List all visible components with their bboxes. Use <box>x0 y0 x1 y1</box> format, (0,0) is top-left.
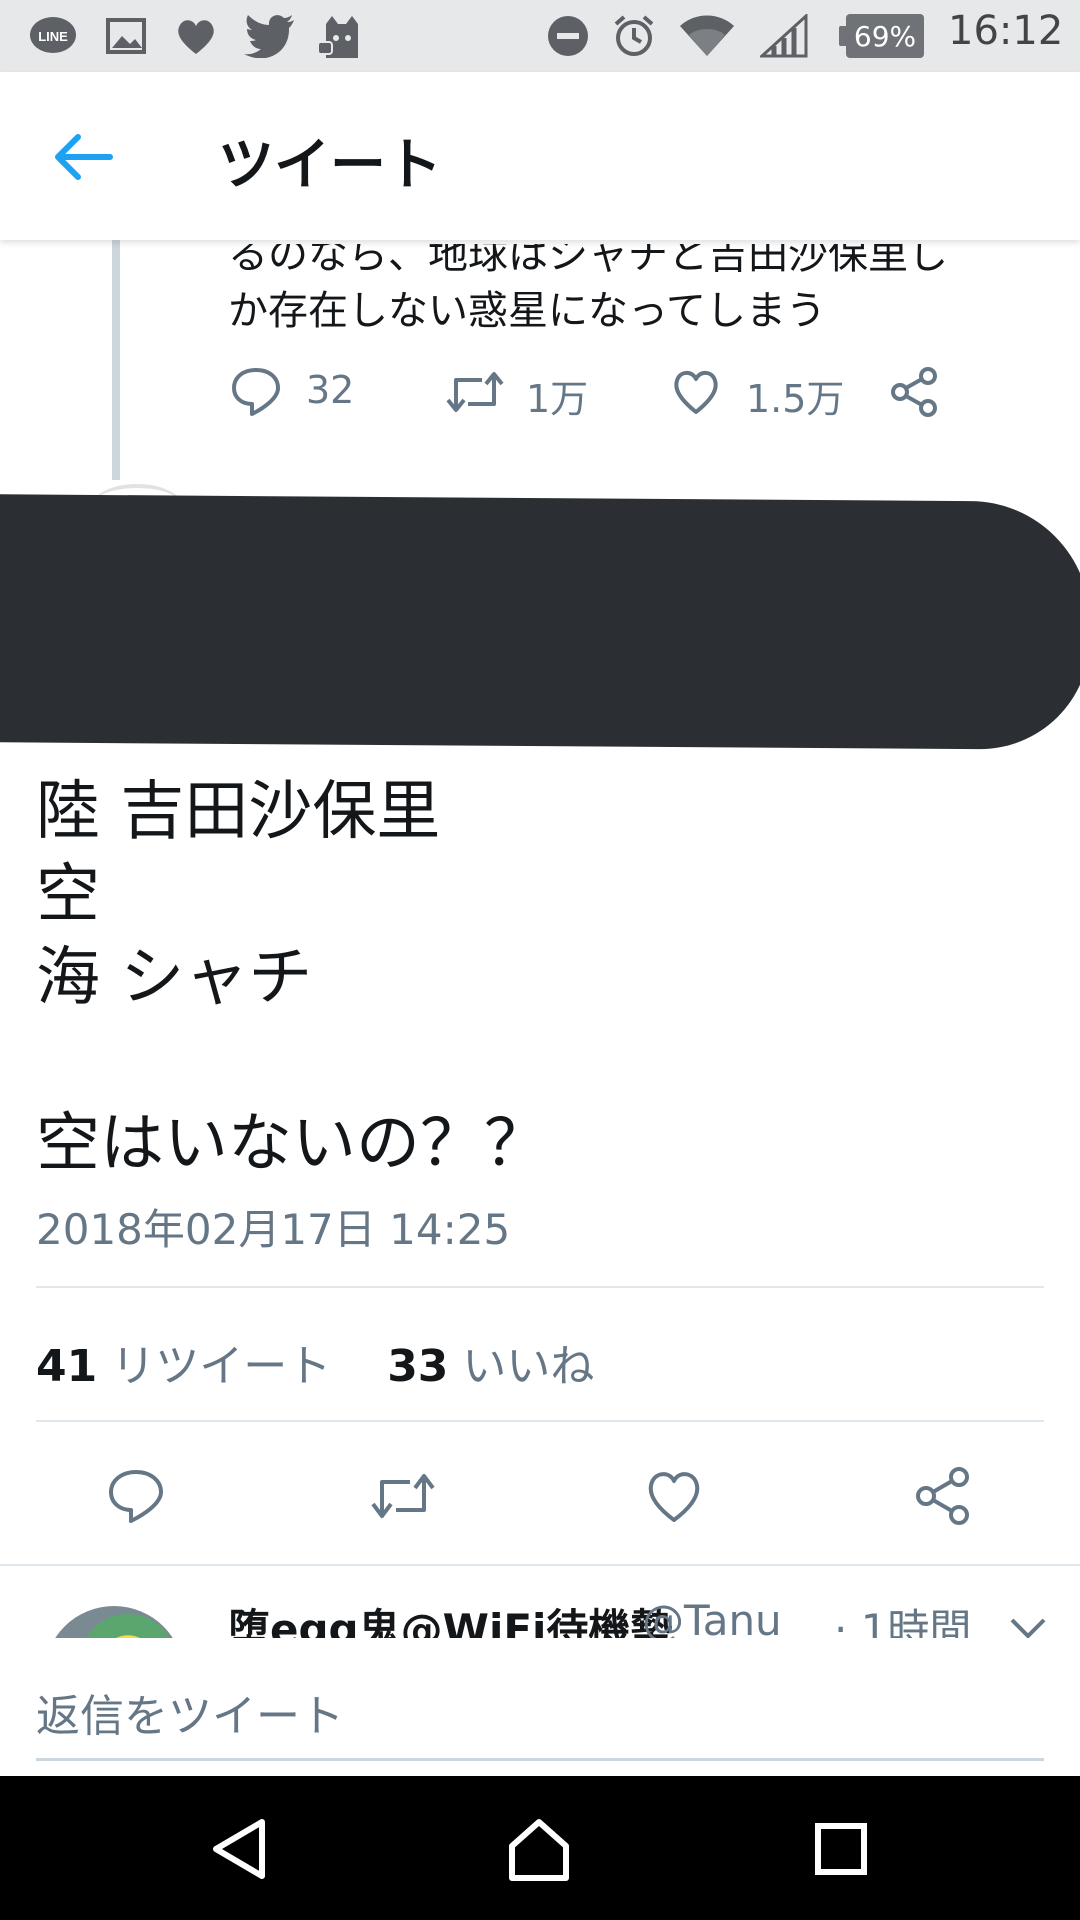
signal-icon <box>760 14 808 58</box>
share-icon[interactable] <box>914 1466 972 1526</box>
recents-icon[interactable] <box>806 1814 876 1884</box>
like-heart-icon[interactable] <box>644 1466 704 1526</box>
twitter-icon <box>244 15 294 58</box>
do-not-disturb-icon <box>548 16 588 56</box>
reply-tweet[interactable]: 堕egg鬼@WiFi待機勢 @Tanu · 1時間 <box>0 1566 1080 1638</box>
svg-text:LINE: LINE <box>38 29 68 44</box>
status-bar: LINE 69% 16:12 <box>0 0 1080 72</box>
alarm-icon <box>614 15 654 56</box>
chevron-down-icon[interactable] <box>1008 1614 1048 1638</box>
reply-author-handle: @Tanu <box>642 1596 782 1638</box>
reply-author-name: 堕egg鬼@WiFi待機勢 <box>228 1605 673 1638</box>
like-label[interactable]: いいね <box>462 1341 594 1392</box>
redaction-overlay <box>0 494 1080 750</box>
tweet-text-line: 空はいないの？？ <box>36 1107 548 1181</box>
share-icon[interactable] <box>890 366 940 418</box>
top-app-bar: ツイート <box>0 72 1080 240</box>
reply-icon[interactable] <box>230 366 282 418</box>
tweet-timestamp: 2018年02月17日 14:25 <box>36 1205 511 1254</box>
previous-tweet-text-line: か存在しない惑星になってしまう <box>228 288 826 334</box>
input-underline <box>36 1758 1044 1761</box>
tweet-text-line: 空 <box>36 858 100 932</box>
line-icon: LINE <box>30 17 76 53</box>
reply-composer: 返信をツイート <box>0 1638 1080 1776</box>
reply-input[interactable]: 返信をツイート <box>36 1680 344 1744</box>
tweet-text-line: 陸 吉田沙保里 <box>36 775 441 849</box>
divider <box>36 1286 1044 1288</box>
home-icon[interactable] <box>504 1814 574 1884</box>
previous-tweet-retweet-count: 1万 <box>526 377 589 421</box>
back-triangle-icon[interactable] <box>206 1814 276 1884</box>
avatar[interactable] <box>44 1606 184 1638</box>
retweet-label[interactable]: リツイート <box>111 1341 331 1392</box>
like-count[interactable]: 33 <box>387 1341 448 1392</box>
tweet-text-line: 海 シャチ <box>36 941 313 1015</box>
retweet-icon[interactable] <box>446 366 504 418</box>
previous-tweet-reply-count: 32 <box>306 368 355 412</box>
retweet-icon[interactable] <box>370 1466 436 1526</box>
divider <box>36 1420 1044 1422</box>
thread-connector-line <box>112 240 120 480</box>
gallery-icon <box>106 18 146 54</box>
clock: 16:12 <box>948 8 1064 54</box>
cat-app-icon <box>317 16 358 58</box>
system-navigation-bar <box>0 1776 1080 1920</box>
page-title: ツイート <box>218 133 442 198</box>
reply-icon[interactable] <box>106 1466 166 1526</box>
like-heart-icon[interactable] <box>670 366 722 418</box>
battery-indicator: 69% <box>839 14 924 58</box>
wifi-icon <box>680 15 734 56</box>
tweet-stats: 41 リツイート 33 いいね <box>36 1330 594 1394</box>
reply-time: · 1時間 <box>834 1605 972 1638</box>
battery-level: 69% <box>853 20 917 53</box>
back-arrow-icon[interactable] <box>52 125 116 189</box>
retweet-count[interactable]: 41 <box>36 1341 97 1392</box>
heart-icon <box>178 20 214 54</box>
previous-tweet-like-count: 1.5万 <box>746 377 845 421</box>
